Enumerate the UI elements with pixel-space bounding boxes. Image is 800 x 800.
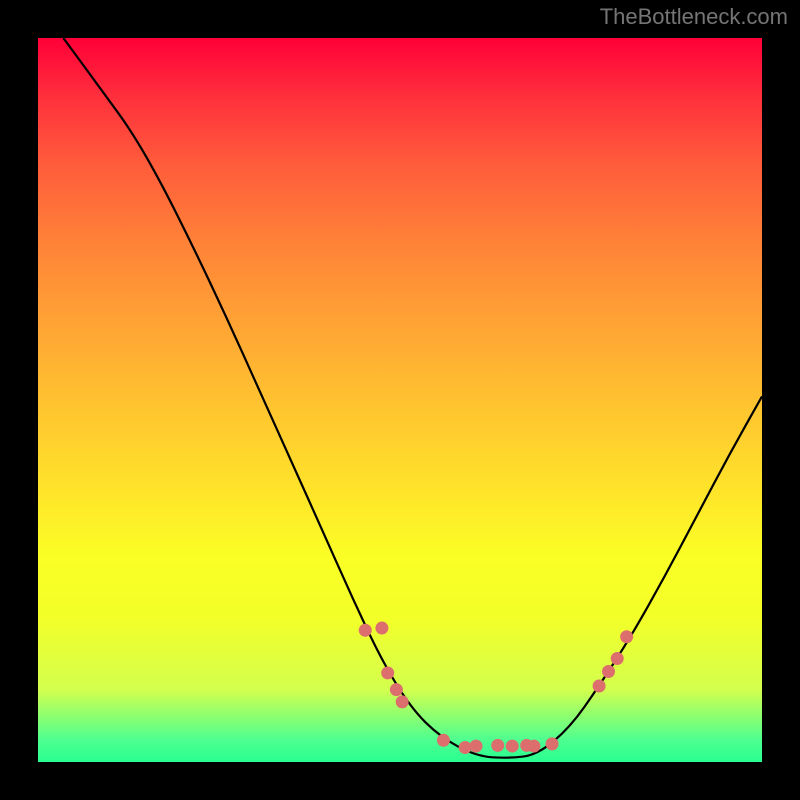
bottleneck-curve bbox=[63, 38, 762, 758]
data-marker bbox=[611, 652, 624, 665]
data-marker bbox=[491, 739, 504, 752]
data-marker bbox=[375, 622, 388, 635]
data-marker bbox=[602, 665, 615, 678]
data-marker bbox=[506, 740, 519, 753]
data-marker bbox=[620, 630, 633, 643]
data-markers bbox=[359, 622, 633, 754]
data-marker bbox=[359, 624, 372, 637]
chart-svg bbox=[38, 38, 762, 762]
data-marker bbox=[396, 695, 409, 708]
data-marker bbox=[381, 666, 394, 679]
data-marker bbox=[527, 740, 540, 753]
data-marker bbox=[390, 683, 403, 696]
data-marker bbox=[437, 734, 450, 747]
source-link[interactable]: TheBottleneck.com bbox=[600, 4, 788, 30]
chart-plot-area bbox=[38, 38, 762, 762]
data-marker bbox=[470, 740, 483, 753]
data-marker bbox=[593, 679, 606, 692]
data-marker bbox=[546, 737, 559, 750]
